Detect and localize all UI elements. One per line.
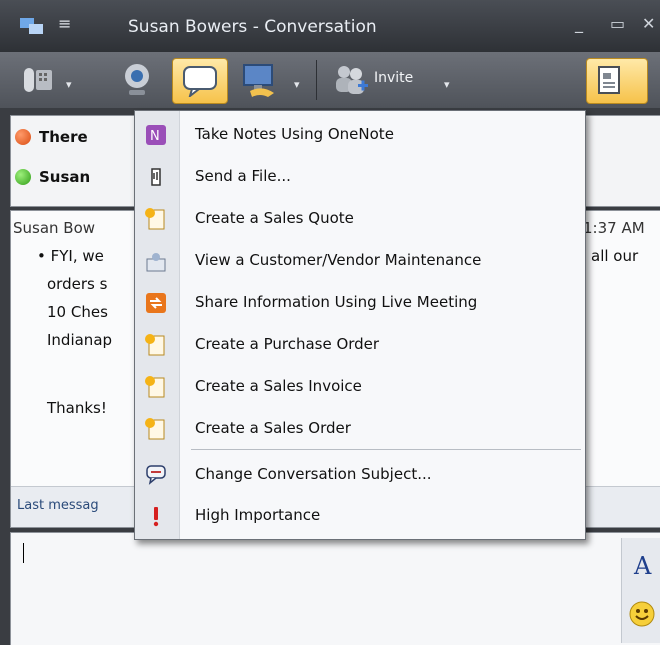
- message-line: • FYI, we: [37, 247, 104, 265]
- menu-item-sales-quote[interactable]: Create a Sales Quote: [135, 198, 585, 238]
- customer-vendor-icon: [146, 253, 166, 272]
- im-button[interactable]: [172, 58, 228, 104]
- share-dropdown-icon[interactable]: ▾: [294, 78, 300, 91]
- document-button[interactable]: [586, 58, 648, 104]
- toolbar-separator: [316, 60, 317, 100]
- phone-icon: [24, 68, 52, 92]
- invite-button[interactable]: Invite ▾: [326, 58, 466, 102]
- close-button[interactable]: ✕: [642, 14, 655, 33]
- participant-item[interactable]: There: [15, 128, 88, 146]
- menu-item-label: Take Notes Using OneNote: [195, 125, 394, 143]
- font-button[interactable]: A: [634, 552, 651, 580]
- menu-item-sales-invoice[interactable]: Create a Sales Invoice: [135, 366, 585, 406]
- menu-item-label: High Importance: [195, 506, 321, 524]
- text-caret: [23, 543, 24, 563]
- menu-item-label: Change Conversation Subject...: [195, 465, 432, 483]
- sales-invoice-icon: [145, 376, 165, 398]
- emoticon-icon[interactable]: [628, 600, 656, 628]
- sales-quote-icon: [145, 208, 165, 230]
- menu-item-label: Create a Sales Quote: [195, 209, 354, 227]
- menu-item-sales-order[interactable]: Create a Sales Order: [135, 408, 585, 448]
- menu-item-customer-vendor[interactable]: View a Customer/Vendor Maintenance: [135, 240, 585, 280]
- menu-item-label: View a Customer/Vendor Maintenance: [195, 251, 482, 269]
- menu-item-label: Create a Sales Invoice: [195, 377, 362, 395]
- invite-label: Invite: [374, 70, 414, 86]
- title-bar[interactable]: ≡ Susan Bowers - Conversation _ ▭ ✕: [0, 0, 660, 52]
- minimize-button[interactable]: _: [575, 14, 583, 33]
- window-menu-icon[interactable]: ≡: [58, 14, 71, 33]
- maximize-button[interactable]: ▭: [610, 14, 625, 33]
- menu-item-send-file[interactable]: Send a File...: [135, 156, 585, 196]
- call-button[interactable]: ▾: [14, 58, 84, 102]
- message-sender: Susan Bow: [13, 219, 96, 237]
- message-time: 1:37 AM: [583, 219, 645, 237]
- webcam-icon: [125, 64, 149, 95]
- message-line-right: all our: [591, 247, 639, 265]
- message-line: orders s: [47, 275, 108, 293]
- onenote-icon: N: [146, 125, 166, 145]
- messenger-app-icon[interactable]: [20, 18, 46, 36]
- high-importance-icon: [153, 507, 159, 527]
- conversation-window: ≡ Susan Bowers - Conversation _ ▭ ✕ ▾ ▾ …: [0, 0, 660, 645]
- participant-name: There: [39, 128, 88, 146]
- format-panel: A: [621, 538, 660, 643]
- menu-item-label: Create a Sales Order: [195, 419, 351, 437]
- document-icon: [598, 66, 620, 94]
- im-icon: [183, 66, 217, 97]
- message-line: Indianap: [47, 331, 113, 349]
- menu-item-onenote[interactable]: N Take Notes Using OneNote: [135, 114, 585, 154]
- status-available-icon: [15, 169, 31, 185]
- window-title: Susan Bowers - Conversation: [128, 17, 377, 37]
- message-line: 10 Ches: [47, 303, 108, 321]
- message-input[interactable]: A: [10, 532, 660, 645]
- svg-text:N: N: [150, 129, 160, 144]
- participant-item[interactable]: Susan: [15, 168, 91, 186]
- share-desktop-button[interactable]: ▾: [236, 58, 306, 102]
- menu-separator: [191, 449, 581, 450]
- im-options-menu: N Take Notes Using OneNote Send a File..…: [134, 110, 586, 540]
- sales-order-icon: [145, 418, 165, 440]
- status-busy-icon: [15, 129, 31, 145]
- participant-name: Susan: [39, 168, 91, 186]
- toolbar: ▾ ▾ Invite ▾: [0, 52, 660, 108]
- menu-item-high-importance[interactable]: High Importance: [135, 495, 585, 535]
- invite-dropdown-icon[interactable]: ▾: [444, 78, 450, 91]
- call-dropdown-icon[interactable]: ▾: [66, 78, 72, 91]
- live-meeting-icon: [146, 293, 166, 313]
- last-message-text: Last messag: [17, 498, 99, 513]
- menu-item-label: Send a File...: [195, 167, 291, 185]
- menu-item-label: Create a Purchase Order: [195, 335, 380, 353]
- menu-item-change-subject[interactable]: Change Conversation Subject...: [135, 454, 585, 494]
- purchase-order-icon: [145, 334, 165, 356]
- menu-item-live-meeting[interactable]: Share Information Using Live Meeting: [135, 282, 585, 322]
- video-button[interactable]: [112, 58, 162, 102]
- change-subject-icon: [146, 465, 166, 485]
- share-desktop-icon: [243, 64, 274, 97]
- send-file-icon: [151, 168, 161, 186]
- menu-item-label: Share Information Using Live Meeting: [195, 293, 478, 311]
- invite-icon: [336, 66, 368, 94]
- menu-item-purchase-order[interactable]: Create a Purchase Order: [135, 324, 585, 364]
- message-line: Thanks!: [47, 399, 107, 417]
